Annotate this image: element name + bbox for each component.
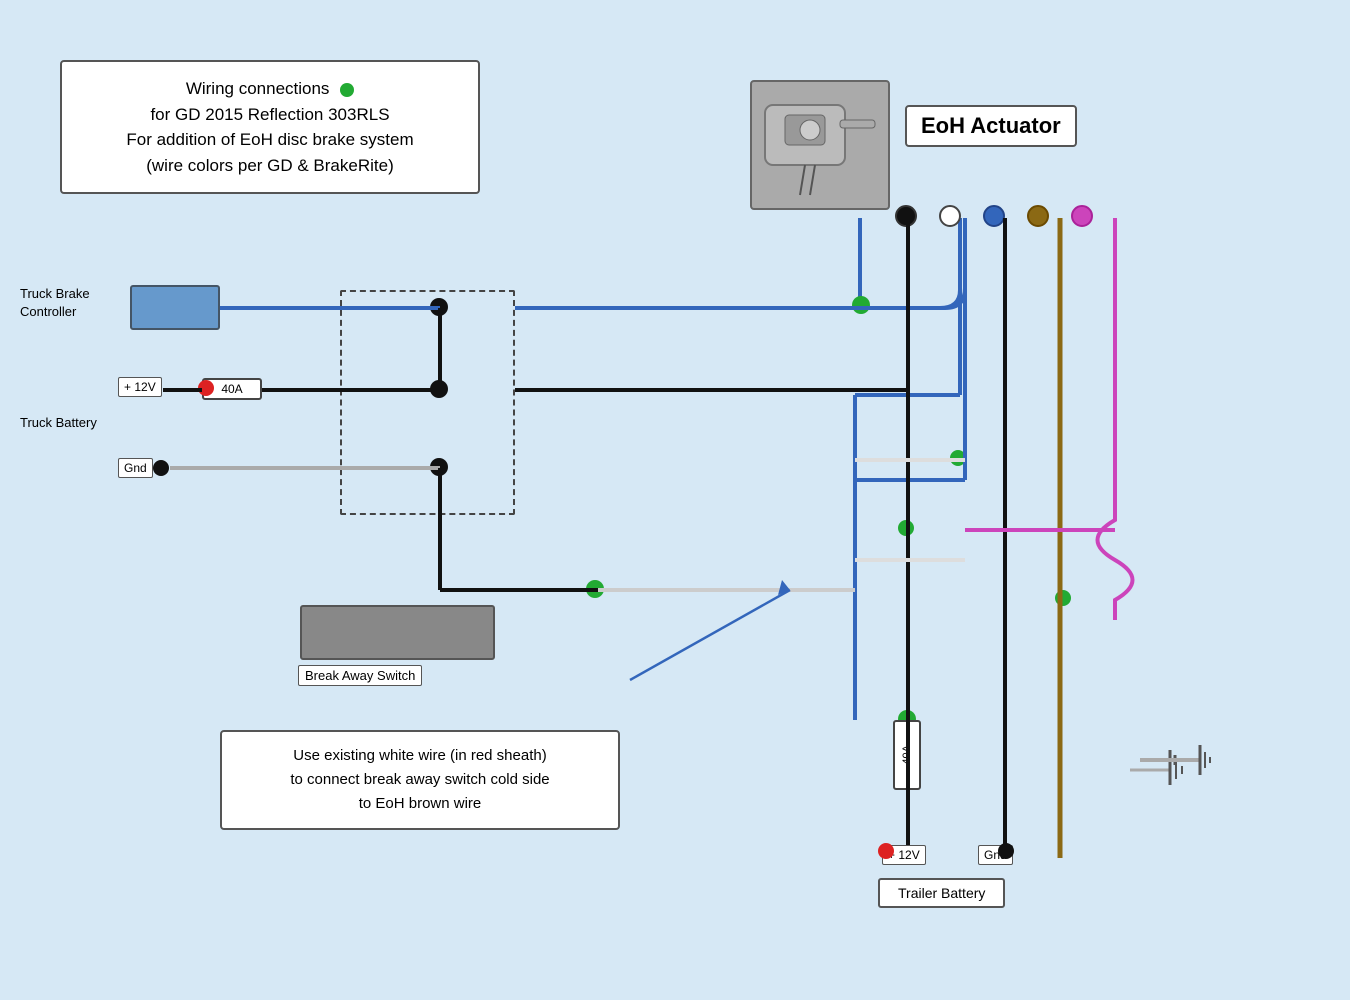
title-line2: for GD 2015 Reflection 303RLS	[150, 105, 389, 124]
red-dot-trailer-12v	[878, 843, 894, 859]
gnd-label: Gnd	[118, 458, 153, 478]
green-dot-mid1	[950, 450, 966, 466]
note-box: Use existing white wire (in red sheath) …	[220, 730, 620, 830]
green-dot-magenta	[1055, 590, 1071, 606]
eoh-actuator-label: EoH Actuator	[905, 105, 1077, 147]
plus-12v-label: + 12V	[118, 377, 162, 397]
green-dot-black-mid	[898, 520, 914, 536]
breakaway-switch-body	[300, 605, 495, 660]
diagram-container: Wiring connections for GD 2015 Reflectio…	[0, 0, 1350, 1000]
black-dot-trailer-gnd	[998, 843, 1014, 859]
breakaway-switch-label: Break Away Switch	[298, 665, 422, 686]
conn-brown	[1027, 205, 1049, 227]
conn-magenta	[1071, 205, 1093, 227]
junction-dot-power	[430, 380, 448, 398]
title-line3: For addition of EoH disc brake system	[126, 130, 413, 149]
ground-symbol	[1130, 750, 1210, 790]
actuator-image	[750, 80, 890, 210]
truck-brake-controller-label: Truck Brake Controller	[20, 285, 128, 321]
connector-dashed-box	[340, 290, 515, 515]
conn-blue	[983, 205, 1005, 227]
green-dot-breakaway-out	[586, 580, 604, 598]
red-dot-12v	[198, 380, 214, 396]
junction-dot-brake	[430, 298, 448, 316]
green-dot-blue-wire	[852, 296, 870, 314]
junction-dot-bottom	[430, 458, 448, 476]
truck-battery-label: Truck Battery	[20, 415, 97, 430]
actuator-connectors	[895, 205, 1093, 227]
trailer-fuse-40a: 40A	[893, 720, 921, 790]
conn-white	[939, 205, 961, 227]
title-box: Wiring connections for GD 2015 Reflectio…	[60, 60, 480, 194]
black-dot-gnd	[153, 460, 169, 476]
brake-controller-body	[130, 285, 220, 330]
conn-black	[895, 205, 917, 227]
title-line4: (wire colors per GD & BrakeRite)	[146, 156, 394, 175]
trailer-battery-label: Trailer Battery	[878, 878, 1005, 908]
title-line1: Wiring connections	[186, 79, 330, 98]
